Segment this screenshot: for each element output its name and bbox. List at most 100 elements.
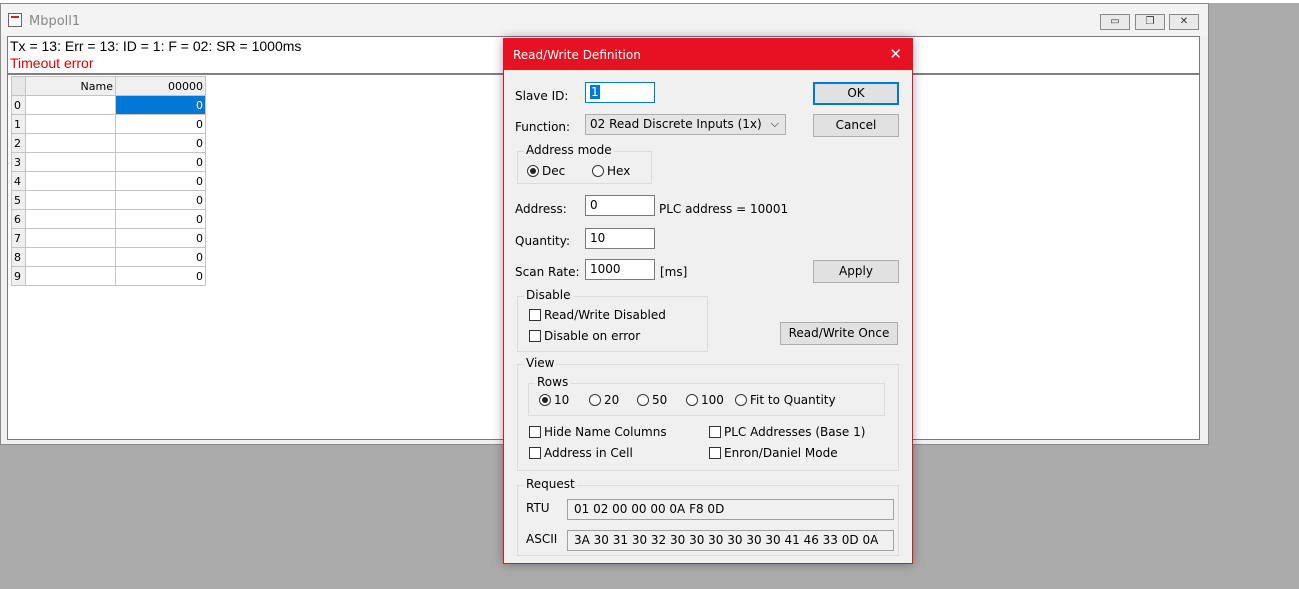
dialog-titlebar[interactable]: Read/Write Definition ✕ xyxy=(504,39,912,70)
window-title: Mbpoll1 xyxy=(29,14,81,29)
value-cell[interactable]: 0 xyxy=(115,266,206,286)
grid-corner xyxy=(11,76,26,96)
rows-title: Rows xyxy=(535,375,571,389)
slave-id-input[interactable]: 1 xyxy=(585,82,655,103)
table-row[interactable]: 50 xyxy=(11,190,206,210)
row-header[interactable]: 1 xyxy=(11,114,26,134)
slave-id-label: Slave ID: xyxy=(515,89,569,103)
address-mode-title: Address mode xyxy=(524,143,614,157)
name-cell[interactable] xyxy=(25,209,116,229)
scan-rate-input[interactable]: 1000 xyxy=(585,259,655,280)
name-cell[interactable] xyxy=(25,228,116,248)
close-window-button[interactable]: ✕ xyxy=(1169,14,1199,30)
name-cell[interactable] xyxy=(25,152,116,172)
plc-addresses-checkbox[interactable] xyxy=(709,426,721,438)
rows-100-radio[interactable] xyxy=(686,394,698,406)
row-header[interactable]: 0 xyxy=(11,95,26,115)
table-row[interactable]: 40 xyxy=(11,171,206,191)
rows-20-radio[interactable] xyxy=(589,394,601,406)
value-cell[interactable]: 0 xyxy=(115,133,206,153)
column-header-value[interactable]: 00000 xyxy=(115,76,206,96)
table-row[interactable]: 90 xyxy=(11,266,206,286)
name-cell[interactable] xyxy=(25,171,116,191)
rows-10-radio[interactable] xyxy=(539,394,551,406)
slave-id-value: 1 xyxy=(590,85,600,99)
value-cell[interactable]: 0 xyxy=(115,190,206,210)
row-header[interactable]: 4 xyxy=(11,171,26,191)
name-cell[interactable] xyxy=(25,247,116,267)
row-header[interactable]: 9 xyxy=(11,266,26,286)
value-cell[interactable]: 0 xyxy=(115,247,206,267)
hex-radio[interactable] xyxy=(592,165,604,177)
row-header[interactable]: 3 xyxy=(11,152,26,172)
dec-label: Dec xyxy=(542,164,566,178)
row-header[interactable]: 2 xyxy=(11,133,26,153)
table-row[interactable]: 60 xyxy=(11,209,206,229)
rw-disabled-checkbox[interactable] xyxy=(529,309,541,321)
read-write-definition-dialog: Read/Write Definition ✕ Slave ID: 1 Func… xyxy=(503,38,913,564)
table-row[interactable]: 00 xyxy=(11,95,206,115)
hide-name-columns-checkbox[interactable] xyxy=(529,426,541,438)
disable-on-error-label: Disable on error xyxy=(544,329,641,343)
table-row[interactable]: 10 xyxy=(11,114,206,134)
value-cell[interactable]: 0 xyxy=(115,228,206,248)
read-write-once-button[interactable]: Read/Write Once xyxy=(780,322,898,345)
dialog-title: Read/Write Definition xyxy=(513,48,641,62)
address-input[interactable]: 0 xyxy=(585,195,655,216)
hide-name-columns-label: Hide Name Columns xyxy=(544,425,667,439)
restore-button[interactable]: ❐ xyxy=(1135,14,1165,30)
disable-on-error-checkbox[interactable] xyxy=(529,330,541,342)
function-label: Function: xyxy=(515,120,571,134)
column-header-name[interactable]: Name xyxy=(25,76,116,96)
dec-radio[interactable] xyxy=(527,165,539,177)
name-cell[interactable] xyxy=(25,95,116,115)
dialog-close-icon[interactable]: ✕ xyxy=(889,45,902,63)
enron-daniel-checkbox[interactable] xyxy=(709,447,721,459)
quantity-input[interactable]: 10 xyxy=(585,228,655,249)
request-group: Request RTU 01 02 00 00 00 0A F8 0D ASCI… xyxy=(517,477,899,556)
cancel-button[interactable]: Cancel xyxy=(813,114,899,137)
name-cell[interactable] xyxy=(25,114,116,134)
error-message: Timeout error xyxy=(10,55,94,71)
rows-fit-radio[interactable] xyxy=(735,394,747,406)
enron-daniel-label: Enron/Daniel Mode xyxy=(724,446,838,460)
function-select[interactable]: 02 Read Discrete Inputs (1x) ⌵ xyxy=(585,114,786,135)
name-cell[interactable] xyxy=(25,190,116,210)
request-title: Request xyxy=(524,477,577,491)
rw-disabled-label: Read/Write Disabled xyxy=(544,308,666,322)
address-in-cell-checkbox[interactable] xyxy=(529,447,541,459)
name-cell[interactable] xyxy=(25,133,116,153)
rows-50-radio[interactable] xyxy=(637,394,649,406)
window-titlebar[interactable]: Mbpoll1 ▭ ❐ ✕ xyxy=(1,4,1208,36)
name-cell[interactable] xyxy=(25,266,116,286)
value-cell[interactable]: 0 xyxy=(115,114,206,134)
row-header[interactable]: 7 xyxy=(11,228,26,248)
value-cell[interactable]: 0 xyxy=(115,152,206,172)
row-header[interactable]: 8 xyxy=(11,247,26,267)
hex-label: Hex xyxy=(607,164,631,178)
rows-fit-label: Fit to Quantity xyxy=(750,393,836,407)
rows-10-label: 10 xyxy=(554,393,570,407)
value-cell[interactable]: 0 xyxy=(115,209,206,229)
scan-rate-label: Scan Rate: xyxy=(515,265,580,279)
table-row[interactable]: 80 xyxy=(11,247,206,267)
scan-rate-unit: [ms] xyxy=(660,265,688,279)
rtu-label: RTU xyxy=(526,501,550,515)
register-grid: Name 00000 00102030405060708090 xyxy=(11,76,206,286)
table-row[interactable]: 20 xyxy=(11,133,206,153)
row-header[interactable]: 5 xyxy=(11,190,26,210)
plc-address-text: PLC address = 10001 xyxy=(659,202,789,216)
minimize-button[interactable]: ▭ xyxy=(1100,14,1130,30)
table-row[interactable]: 30 xyxy=(11,152,206,172)
disable-title: Disable xyxy=(524,288,573,302)
row-header[interactable]: 6 xyxy=(11,209,26,229)
value-cell[interactable]: 0 xyxy=(115,171,206,191)
ok-button[interactable]: OK xyxy=(813,82,899,105)
table-row[interactable]: 70 xyxy=(11,228,206,248)
quantity-label: Quantity: xyxy=(515,234,571,248)
ascii-request-field: 3A 30 31 30 32 30 30 30 30 30 30 41 46 3… xyxy=(567,530,894,551)
chevron-down-icon: ⌵ xyxy=(770,117,779,130)
rows-20-label: 20 xyxy=(604,393,620,407)
value-cell[interactable]: 0 xyxy=(115,95,206,115)
apply-button[interactable]: Apply xyxy=(813,260,899,283)
